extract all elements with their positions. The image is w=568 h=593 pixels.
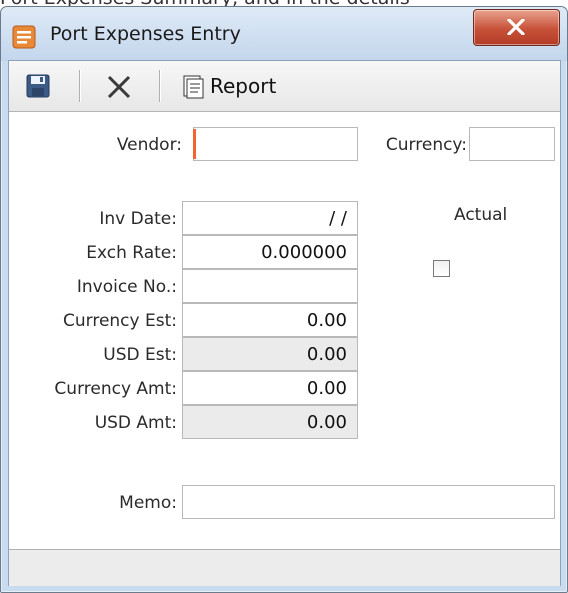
- window-content: Report Vendor: Currency: Inv Date: / / A…: [8, 60, 561, 586]
- port-expenses-app-icon: [12, 25, 36, 49]
- floppy-disk-icon[interactable]: [26, 74, 50, 98]
- actual-checkbox[interactable]: [433, 260, 450, 277]
- currency-amt-label: Currency Amt:: [54, 379, 177, 399]
- memo-field[interactable]: [182, 485, 555, 519]
- memo-label: Memo:: [119, 493, 177, 513]
- vendor-label: Vendor:: [116, 135, 182, 155]
- port-expenses-entry-window: Port Expenses Entry Report Vendor: Curre…: [0, 6, 568, 593]
- toolbar-separator: [79, 70, 81, 102]
- invoice-no-field[interactable]: [182, 269, 358, 303]
- currency-est-field[interactable]: 0.00: [182, 303, 358, 337]
- inv-date-field[interactable]: / /: [182, 201, 358, 235]
- report-document-icon: [183, 75, 204, 99]
- toolbar-separator: [159, 70, 161, 102]
- vendor-field[interactable]: [193, 127, 358, 161]
- title-bar[interactable]: Port Expenses Entry: [1, 7, 567, 61]
- currency-label: Currency:: [385, 135, 467, 155]
- currency-field[interactable]: [469, 127, 555, 161]
- usd-amt-field: 0.00: [182, 405, 358, 439]
- invoice-no-label: Invoice No.:: [76, 277, 177, 297]
- exch-rate-label: Exch Rate:: [86, 243, 177, 263]
- usd-est-label: USD Est:: [103, 345, 177, 365]
- status-bar: [9, 549, 560, 586]
- toolbar: Report: [9, 61, 560, 112]
- currency-est-label: Currency Est:: [63, 311, 177, 331]
- exch-rate-field[interactable]: 0.000000: [182, 235, 358, 269]
- report-label: Report: [210, 74, 277, 98]
- close-button[interactable]: [473, 9, 560, 46]
- usd-est-field: 0.00: [182, 337, 358, 371]
- required-indicator: [193, 129, 196, 159]
- actual-label: Actual: [454, 205, 508, 225]
- usd-amt-label: USD Amt:: [94, 413, 177, 433]
- window-title: Port Expenses Entry: [50, 23, 241, 45]
- currency-amt-field[interactable]: 0.00: [182, 371, 358, 405]
- inv-date-label: Inv Date:: [99, 209, 177, 229]
- close-x-icon: [507, 19, 525, 35]
- x-delete-icon[interactable]: [105, 73, 133, 101]
